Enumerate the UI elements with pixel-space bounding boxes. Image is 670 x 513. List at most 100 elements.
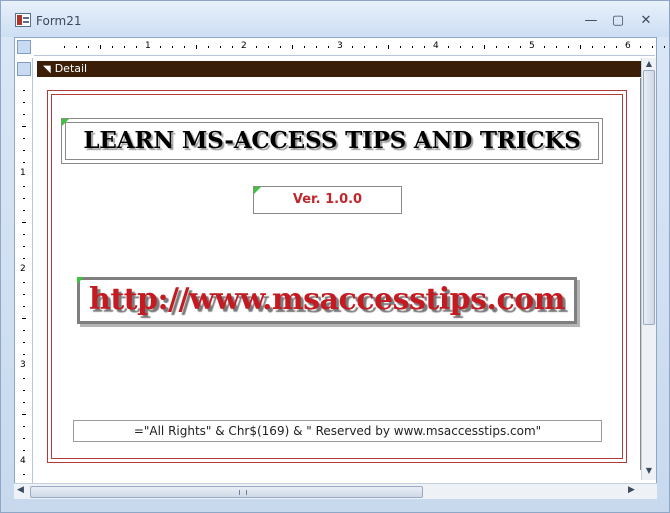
section-selector[interactable] xyxy=(17,62,31,76)
ruler-number: 1 xyxy=(145,41,151,51)
ruler-tick xyxy=(23,90,25,91)
vertical-scrollbar[interactable]: ▲ ▼ xyxy=(641,58,656,480)
ruler-tick xyxy=(196,45,197,49)
ruler-tick xyxy=(22,414,26,415)
ruler-tick xyxy=(448,46,449,48)
ruler-tick xyxy=(388,45,389,49)
ruler-tick xyxy=(23,258,25,259)
ruler-tick xyxy=(592,46,593,48)
ruler-number: 4 xyxy=(433,41,439,51)
url-label-text: http://www.msaccesstips.com xyxy=(89,282,565,317)
form-designer: 1 2 3 4 5 6 1 2 3 4 ◥ Detail LEARN MS-ACCESS TIPS… xyxy=(14,37,665,499)
scroll-down-button[interactable]: ▼ xyxy=(644,466,654,475)
vertical-ruler[interactable]: 1 2 3 4 xyxy=(15,58,33,498)
ruler-tick xyxy=(376,46,377,48)
form-icon[interactable] xyxy=(15,13,31,27)
ruler-number: 3 xyxy=(337,41,343,51)
ruler-tick xyxy=(508,46,509,48)
ruler-tick xyxy=(328,46,329,48)
ruler-tick xyxy=(364,46,365,48)
scroll-right-button[interactable]: ▶ xyxy=(628,485,635,495)
url-label[interactable]: http://www.msaccesstips.com xyxy=(77,277,577,324)
ruler-tick xyxy=(23,234,25,235)
ruler-tick xyxy=(544,46,545,48)
ruler-tick xyxy=(520,46,521,48)
ruler-tick xyxy=(23,210,25,211)
title-label[interactable]: LEARN MS-ACCESS TIPS AND TRICKS xyxy=(61,118,603,164)
ruler-tick xyxy=(23,198,25,199)
title-bar[interactable]: Form21 — ▢ ✕ xyxy=(1,1,669,37)
ruler-tick xyxy=(580,45,581,49)
selection-marker xyxy=(62,119,69,126)
ruler-tick xyxy=(352,46,353,48)
window-title: Form21 xyxy=(36,14,82,28)
ruler-tick xyxy=(220,46,221,48)
ruler-tick xyxy=(22,126,26,127)
ruler-tick xyxy=(23,390,25,391)
ruler-tick xyxy=(556,46,557,48)
ruler-tick xyxy=(23,294,25,295)
ruler-tick xyxy=(268,46,269,48)
ruler-tick xyxy=(640,46,641,48)
scroll-left-button[interactable]: ◀ xyxy=(17,485,24,495)
ruler-tick xyxy=(208,46,209,48)
ruler-tick xyxy=(412,46,413,48)
form-selector[interactable] xyxy=(17,40,31,54)
ruler-tick xyxy=(484,45,485,49)
ruler-tick xyxy=(23,282,25,283)
horizontal-scrollbar[interactable]: ◀ ▶ xyxy=(14,483,657,499)
ruler-tick xyxy=(23,150,25,151)
detail-section-canvas[interactable]: LEARN MS-ACCESS TIPS AND TRICKS Ver. 1.0… xyxy=(37,78,641,470)
ruler-tick xyxy=(23,306,25,307)
ruler-tick xyxy=(88,46,89,48)
ruler-tick xyxy=(23,450,25,451)
ruler-tick xyxy=(23,354,25,355)
ruler-tick xyxy=(23,330,25,331)
ruler-tick xyxy=(460,46,461,48)
ruler-tick xyxy=(184,46,185,48)
ruler-tick xyxy=(316,46,317,48)
section-arrow-icon: ◥ xyxy=(43,64,51,75)
ruler-number: 1 xyxy=(20,168,26,178)
ruler-tick xyxy=(22,318,26,319)
minimize-button[interactable]: — xyxy=(578,11,604,31)
copyright-expression: ="All Rights" & Chr$(169) & " Reserved b… xyxy=(133,424,542,438)
maximize-button[interactable]: ▢ xyxy=(605,11,631,31)
vertical-scroll-thumb[interactable] xyxy=(643,70,655,325)
ruler-number: 3 xyxy=(20,360,26,370)
ruler-tick xyxy=(76,46,77,48)
section-label: Detail xyxy=(54,62,88,75)
ruler-tick xyxy=(652,46,653,48)
ruler-number: 5 xyxy=(529,41,535,51)
ruler-tick xyxy=(136,46,137,48)
ruler-tick xyxy=(400,46,401,48)
ruler-tick xyxy=(23,186,25,187)
detail-section-bar[interactable]: ◥ Detail xyxy=(37,61,641,77)
scroll-up-button[interactable]: ▲ xyxy=(644,59,654,68)
ruler-tick xyxy=(112,46,113,48)
ruler-tick xyxy=(23,162,25,163)
copyright-textbox[interactable]: ="All Rights" & Chr$(169) & " Reserved b… xyxy=(73,420,602,442)
ruler-tick xyxy=(23,438,25,439)
ruler-tick xyxy=(124,46,125,48)
form-design-window: Form21 — ▢ ✕ 1 2 3 4 5 6 1 2 3 4 ◥ Detail LEARN M… xyxy=(0,0,670,513)
title-label-text: LEARN MS-ACCESS TIPS AND TRICKS xyxy=(83,127,581,154)
ruler-tick xyxy=(23,246,25,247)
ruler-tick xyxy=(160,46,161,48)
ruler-tick xyxy=(292,45,293,49)
version-label[interactable]: Ver. 1.0.0 xyxy=(253,186,402,214)
ruler-tick xyxy=(568,46,569,48)
ruler-tick xyxy=(100,45,101,49)
ruler-tick xyxy=(64,46,65,48)
ruler-tick xyxy=(616,46,617,48)
version-label-text: Ver. 1.0.0 xyxy=(292,192,363,207)
close-button[interactable]: ✕ xyxy=(633,11,659,31)
ruler-tick xyxy=(23,102,25,103)
ruler-tick xyxy=(232,46,233,48)
horizontal-scroll-thumb[interactable] xyxy=(30,486,423,498)
ruler-tick xyxy=(23,474,25,475)
ruler-tick xyxy=(172,46,173,48)
ruler-tick xyxy=(23,378,25,379)
ruler-tick xyxy=(256,46,257,48)
horizontal-ruler[interactable]: 1 2 3 4 5 6 xyxy=(34,38,665,56)
